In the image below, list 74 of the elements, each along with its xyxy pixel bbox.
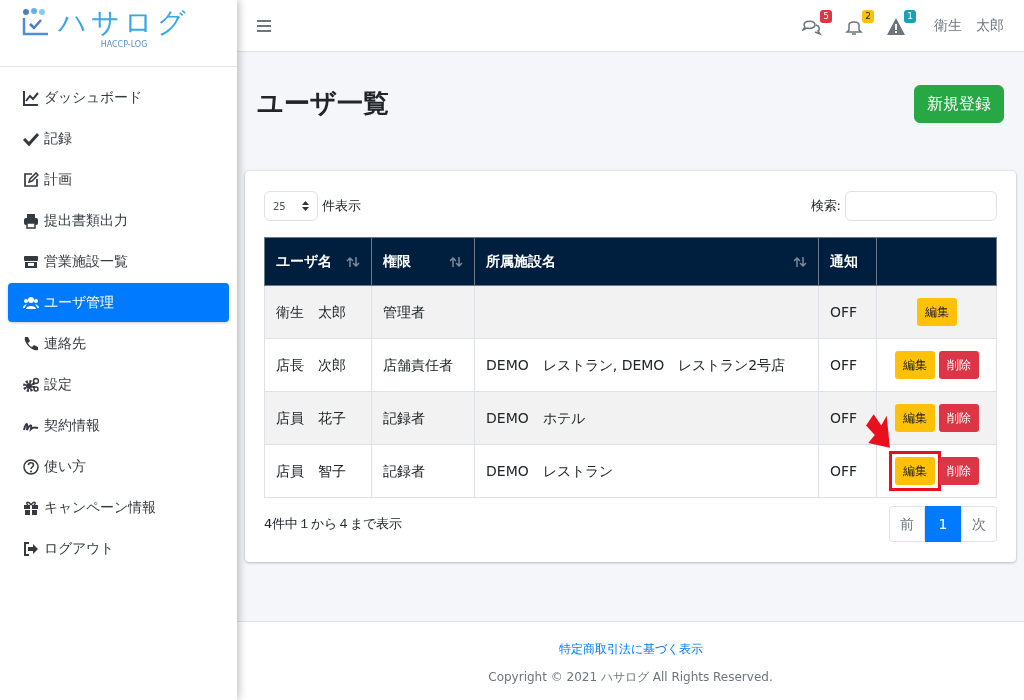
table-cell: 記録者 bbox=[383, 409, 425, 426]
logo-icon bbox=[22, 8, 50, 38]
sort-arrows-icon bbox=[302, 201, 309, 211]
search-label: 検索: bbox=[810, 197, 841, 216]
table-cell: 店長 次郎 bbox=[276, 356, 346, 373]
edit-icon bbox=[23, 171, 39, 188]
sidebar-item[interactable]: ダッシュボード bbox=[8, 78, 229, 117]
sidebar-item[interactable]: 契約情報 bbox=[8, 406, 229, 445]
brand-name: ハサログ bbox=[58, 6, 190, 39]
sort-icon bbox=[449, 255, 463, 268]
notification-count: 1 bbox=[904, 9, 916, 23]
sidebar-item[interactable]: キャンペーン情報 bbox=[8, 488, 229, 527]
pagination-button[interactable]: 次 bbox=[961, 506, 997, 542]
table-cell: 衛生 太郎 bbox=[276, 303, 346, 320]
notification-status: OFF bbox=[830, 303, 858, 320]
checkmark-icon bbox=[23, 130, 39, 147]
edit-button[interactable]: 編集 bbox=[894, 457, 935, 485]
sidebar-item[interactable]: 記録 bbox=[8, 119, 229, 158]
table-cell: 店員 花子 bbox=[276, 409, 346, 426]
column-header[interactable]: 権限 bbox=[371, 237, 475, 286]
pagination-button[interactable]: 1 bbox=[925, 506, 961, 542]
delete-button[interactable]: 削除 bbox=[938, 457, 979, 485]
table-cell: 店舗責任者 bbox=[383, 356, 453, 373]
column-header[interactable]: ユーザ名 bbox=[264, 237, 372, 286]
notification-count: 2 bbox=[862, 9, 874, 23]
menu-icon[interactable] bbox=[257, 19, 271, 32]
sidebar-item[interactable]: ユーザ管理 bbox=[8, 283, 229, 322]
sort-icon bbox=[793, 255, 807, 268]
sidebar-item[interactable]: 営業施設一覧 bbox=[8, 242, 229, 281]
sidebar-item[interactable]: 設定 bbox=[8, 365, 229, 404]
legal-notice-link[interactable]: 特定商取引法に基づく表示 bbox=[558, 642, 703, 656]
column-header[interactable]: 通知 bbox=[818, 237, 877, 286]
sidebar-item[interactable]: 計画 bbox=[8, 160, 229, 199]
table-cell: DEMO レストラン bbox=[486, 462, 613, 479]
notification-status: OFF bbox=[830, 356, 858, 373]
phone-icon bbox=[23, 335, 39, 352]
table-cell: DEMO ホテル bbox=[486, 409, 585, 426]
pagination-button[interactable]: 前 bbox=[889, 506, 925, 542]
sidebar-item[interactable]: 使い方 bbox=[8, 447, 229, 486]
page-size-select[interactable]: 25 bbox=[264, 191, 318, 221]
brand-subtitle: HACCP-LOG bbox=[99, 38, 149, 51]
table-cell: 管理者 bbox=[383, 303, 425, 320]
notification-status: OFF bbox=[830, 462, 858, 479]
edit-button[interactable]: 編集 bbox=[894, 404, 935, 432]
sort-icon bbox=[346, 255, 360, 268]
column-header[interactable]: 所属施設名 bbox=[474, 237, 819, 286]
search-field[interactable] bbox=[845, 191, 997, 221]
edit-button[interactable]: 編集 bbox=[894, 351, 935, 379]
table-cell: 記録者 bbox=[383, 462, 425, 479]
users-icon bbox=[23, 294, 39, 311]
line-chart-icon bbox=[23, 89, 39, 106]
delete-button[interactable]: 削除 bbox=[938, 404, 979, 432]
sidebar-item[interactable]: 提出書類出力 bbox=[8, 201, 229, 240]
copyright-text: Copyright © 2021 ハサログ All Rights Reserved. bbox=[487, 669, 774, 686]
page-size-label: 件表示 bbox=[322, 197, 361, 216]
notification-count: 5 bbox=[820, 9, 832, 23]
delete-button[interactable]: 削除 bbox=[938, 351, 979, 379]
user-name[interactable]: 衛生 太郎 bbox=[934, 15, 1004, 36]
gift-icon bbox=[23, 499, 39, 516]
table-info: 4件中１から４まで表示 bbox=[264, 515, 403, 534]
edit-button[interactable]: 編集 bbox=[916, 298, 957, 326]
annotation-arrow bbox=[864, 411, 891, 451]
logout-icon bbox=[23, 540, 39, 557]
warning-icon[interactable] bbox=[886, 16, 906, 37]
gears-icon bbox=[23, 376, 39, 393]
sidebar-item[interactable]: ログアウト bbox=[8, 529, 229, 568]
page-title: ユーザ一覧 bbox=[257, 88, 389, 120]
help-icon bbox=[23, 458, 39, 475]
table-cell: DEMO レストラン, DEMO レストラン2号店 bbox=[486, 356, 786, 373]
printer-icon bbox=[23, 212, 39, 229]
store-icon bbox=[23, 253, 39, 270]
table-cell: 店員 智子 bbox=[276, 462, 346, 479]
sidebar-item[interactable]: 連絡先 bbox=[8, 324, 229, 363]
notification-status: OFF bbox=[830, 409, 858, 426]
